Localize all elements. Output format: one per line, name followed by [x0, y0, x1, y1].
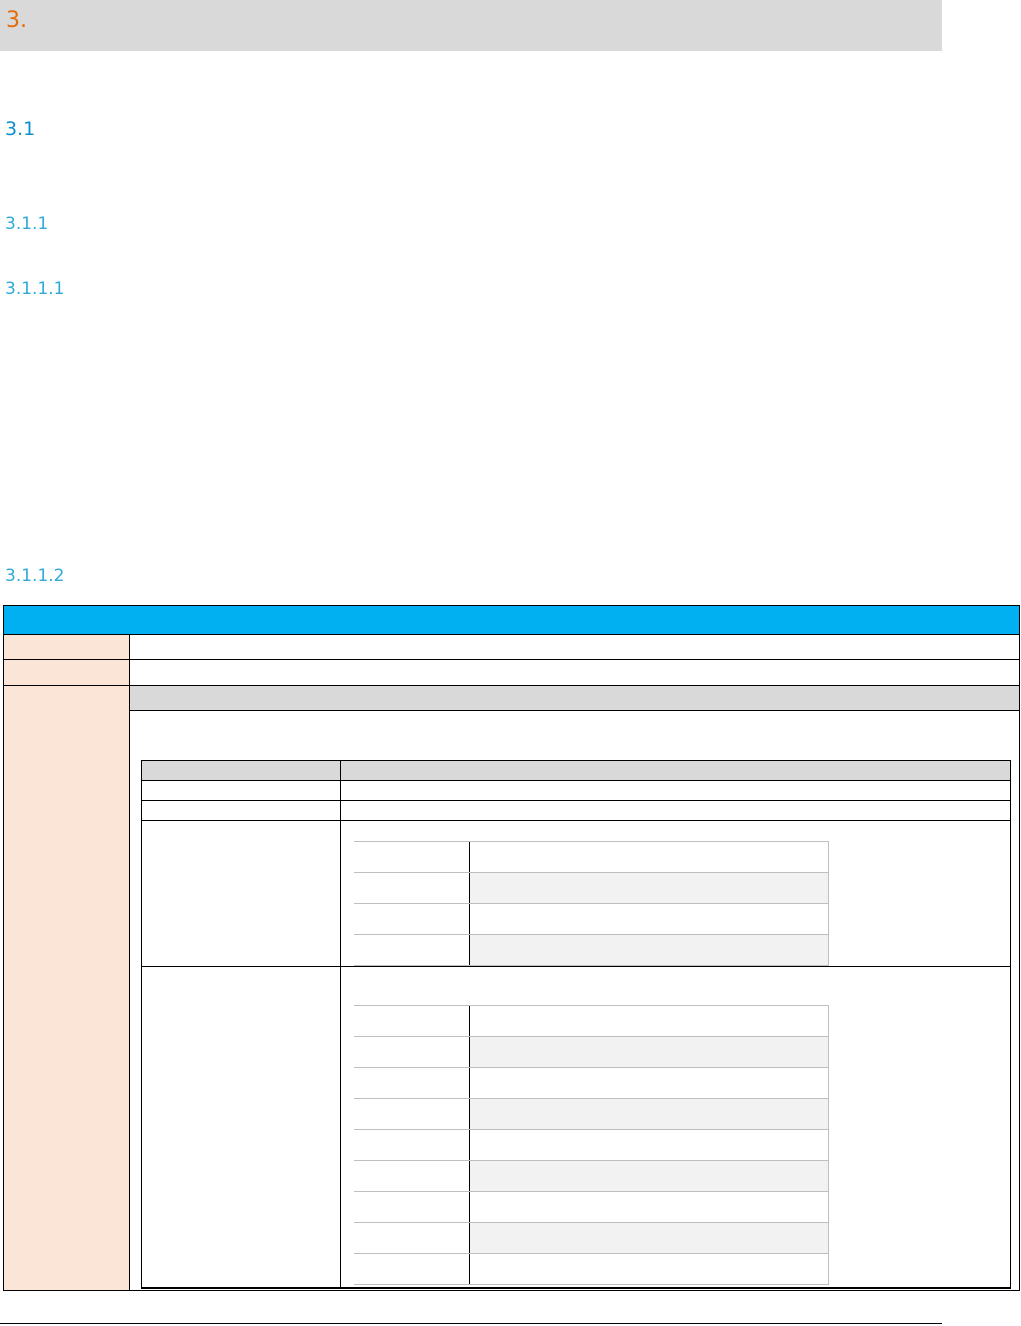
- subsubsection-heading-1: 3.1.1.1: [5, 279, 65, 299]
- spec-table-header: [3, 605, 1020, 635]
- value-subtable-b: [354, 1005, 829, 1285]
- subtable-row: [354, 1161, 828, 1192]
- subtable-row: [354, 1006, 828, 1037]
- chapter-heading-band: 3.: [0, 0, 942, 51]
- subtable-row: [354, 873, 828, 904]
- row-label-cell: [4, 686, 130, 1290]
- subtable-row: [354, 1068, 828, 1099]
- subsubsection-heading-2: 3.1.1.2: [5, 566, 65, 586]
- page-footer-rule: [0, 1323, 942, 1324]
- subtable-row: [354, 1254, 828, 1285]
- value-subtable-a: [354, 841, 829, 966]
- row-label-cell: [4, 635, 130, 659]
- nested-row-line: [142, 820, 1010, 821]
- spec-table-row: [3, 660, 1020, 686]
- subtable-row: [354, 842, 828, 873]
- nested-table-header: [142, 761, 1010, 781]
- subtable-row: [354, 1037, 828, 1068]
- spec-table-row: [3, 635, 1020, 660]
- subtable-row: [354, 1099, 828, 1130]
- nested-row-line: [142, 966, 1010, 967]
- subtable-row: [354, 935, 828, 966]
- subtable-row: [354, 1130, 828, 1161]
- detail-grey-band: [130, 686, 1019, 711]
- subtable-row: [354, 1192, 828, 1223]
- subsection-heading: 3.1.1: [5, 214, 49, 234]
- nested-row-line: [142, 800, 1010, 801]
- row-label-cell: [4, 660, 130, 685]
- section-heading: 3.1: [5, 118, 36, 140]
- subtable-row: [354, 904, 828, 935]
- subtable-row: [354, 1223, 828, 1254]
- chapter-number: 3.: [6, 8, 27, 33]
- spec-table-row-detail: [3, 686, 1020, 1291]
- nested-table-divider: [340, 761, 341, 1287]
- nested-table: [141, 760, 1011, 1289]
